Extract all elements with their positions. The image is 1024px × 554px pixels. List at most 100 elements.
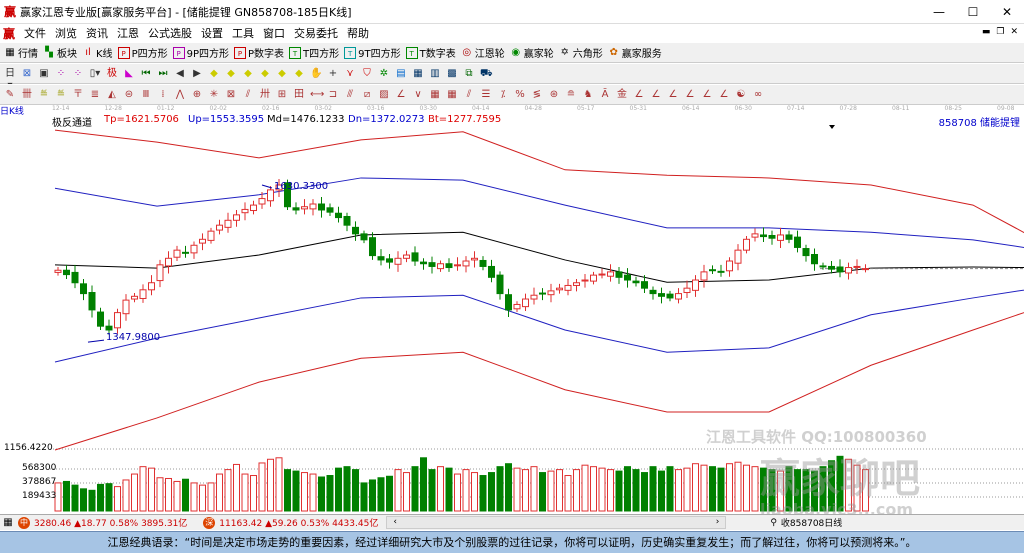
grid-box-icon[interactable]: ⊞ [276, 89, 288, 101]
diamond3-icon[interactable]: ◆ [242, 68, 254, 80]
table-icon[interactable]: 田 [293, 89, 305, 101]
truck-icon[interactable]: ⛟ [480, 68, 493, 80]
toolbar-service[interactable]: ✿ 赢家服务 [608, 45, 662, 61]
diamond2-icon[interactable]: ◆ [225, 68, 237, 80]
toolbar-9t-square[interactable]: T 9T四方形 [344, 45, 401, 60]
menu-gann[interactable]: 江恩 [117, 25, 139, 41]
lines-icon[interactable]: 卌 [21, 89, 33, 101]
horizontal-scrollbar[interactable]: ‹ › [386, 516, 727, 529]
kline-chart[interactable]: 极反通道 Tp=1621.5706 Up=1553.3595 Md=1476.1… [0, 114, 1024, 519]
chart-mode-icon[interactable]: ⊠ [21, 68, 33, 80]
toolbar-winner-wheel[interactable]: ◉ 赢家轮 [510, 45, 553, 61]
last-icon[interactable]: ⏭ [157, 68, 169, 80]
bar-type-icon[interactable]: ▯▾ [89, 68, 101, 80]
time-icon[interactable]: ⁞ [157, 89, 169, 101]
menu-settings[interactable]: 设置 [201, 25, 223, 41]
mdi-minimize-icon[interactable]: ▬ [982, 27, 991, 37]
box-icon[interactable]: ⊠ [225, 89, 237, 101]
gann-circle-icon[interactable]: ⊕ [191, 89, 203, 101]
fan-icon[interactable]: ⋀ [174, 89, 186, 101]
mdi-restore-icon[interactable]: ❐ [996, 27, 1004, 37]
sz-index-quote[interactable]: 11163.42 ▲59.26 0.53% 4433.45亿 [219, 516, 378, 529]
bars-icon[interactable]: 卅 [259, 89, 271, 101]
span-icon[interactable]: ⟷ [310, 89, 324, 101]
menu-trade[interactable]: 交易委托 [294, 25, 338, 41]
close-button[interactable]: ✕ [990, 0, 1024, 24]
left-icon[interactable]: ◀ [174, 68, 186, 80]
calculator-icon[interactable]: ▦ [412, 68, 424, 80]
diamond6-icon[interactable]: ◆ [293, 68, 305, 80]
toolbar-p-square[interactable]: P P四方形 [117, 45, 168, 60]
triangle-icon[interactable]: ◭ [106, 89, 118, 101]
diamond4-icon[interactable]: ◆ [259, 68, 271, 80]
gold4-icon[interactable]: 金 [616, 89, 628, 101]
menu-file[interactable]: 文件 [24, 25, 46, 41]
menu-formula[interactable]: 公式选股 [148, 25, 192, 41]
fib-icon[interactable]: 〒 [72, 89, 84, 101]
hline-icon[interactable]: ⊐ [327, 89, 339, 101]
angle4-icon[interactable]: ∠ [650, 89, 662, 101]
save-icon[interactable]: ▩ [446, 68, 458, 80]
ruler-icon[interactable]: Ⅲ [140, 89, 152, 101]
dots-icon[interactable]: ⁘ [55, 68, 67, 80]
doc-icon[interactable]: ▣ [38, 68, 50, 80]
grid2-icon[interactable]: ▦ [429, 89, 441, 101]
angle3-icon[interactable]: ∠ [633, 89, 645, 101]
dots2-icon[interactable]: ⁘ [72, 68, 84, 80]
sh-index-quote[interactable]: 3280.46 ▲18.77 0.58% 3895.31亿 [34, 516, 187, 529]
maximize-button[interactable]: ☐ [956, 0, 990, 24]
gold3-icon[interactable]: ≘ [565, 89, 577, 101]
percent2-icon[interactable]: ≶ [531, 89, 543, 101]
pen-icon[interactable]: ✎ [4, 89, 16, 101]
toolbar-9p-square[interactable]: P 9P四方形 [172, 45, 229, 60]
bull-icon[interactable]: ♞ [582, 89, 594, 101]
toolbar-quotes[interactable]: ▦ 行情 [4, 45, 38, 61]
list2-icon[interactable]: ☰ [480, 89, 492, 101]
ar-icon[interactable]: Ā [599, 89, 611, 101]
toolbar-hexagon[interactable]: ✡ 六角形 [559, 45, 603, 61]
grid-icon[interactable]: ▦ [2, 517, 14, 529]
diamond5-icon[interactable]: ◆ [276, 68, 288, 80]
menu-news[interactable]: 资讯 [86, 25, 108, 41]
percent-icon[interactable]: % [514, 89, 526, 101]
percent-line-icon[interactable]: ⁒ [497, 89, 509, 101]
angle2-icon[interactable]: ∠ [395, 89, 407, 101]
toolbar-t-table[interactable]: T T数字表 [405, 45, 456, 60]
taiji-icon[interactable]: ☯ [735, 89, 747, 101]
crosshair-icon[interactable]: + [327, 68, 339, 80]
toolbar-p-table[interactable]: P P数字表 [234, 45, 284, 60]
rays-icon[interactable]: ⫻ [344, 89, 356, 101]
hand-icon[interactable]: ✋ [310, 68, 322, 80]
angle-icon[interactable]: ⫽ [242, 89, 254, 101]
calendar-icon[interactable]: ▤ [395, 68, 407, 80]
shield-icon[interactable]: ⛉ [361, 68, 373, 80]
toolbar-t-square[interactable]: T T四方形 [289, 45, 339, 60]
coin-icon[interactable]: ⊛ [548, 89, 560, 101]
menu-browse[interactable]: 浏览 [55, 25, 77, 41]
toolbar-sectors[interactable]: ▚ 板块 [43, 45, 77, 61]
gold1-icon[interactable]: ≝ [38, 89, 50, 101]
slash-icon[interactable]: ⫽ [463, 89, 475, 101]
grid3-icon[interactable]: ▦ [446, 89, 458, 101]
menu-tools[interactable]: 工具 [232, 25, 254, 41]
extreme-icon[interactable]: 极 [106, 68, 118, 80]
minimize-button[interactable]: — [922, 0, 956, 24]
pattern-icon[interactable]: ✲ [378, 68, 390, 80]
hatched-icon[interactable]: ▨ [378, 89, 390, 101]
square-icon[interactable]: ⧄ [361, 89, 373, 101]
diamond1-icon[interactable]: ◆ [208, 68, 220, 80]
wave-icon[interactable]: ⋎ [344, 68, 356, 80]
angle6-icon[interactable]: ∠ [684, 89, 696, 101]
menu-window[interactable]: 窗口 [263, 25, 285, 41]
vee-icon[interactable]: ∨ [412, 89, 424, 101]
toolbar-gann-wheel[interactable]: ◎ 江恩轮 [461, 45, 504, 61]
menu-help[interactable]: 帮助 [347, 25, 369, 41]
scroll-right-icon[interactable]: › [716, 517, 720, 528]
gold2-icon[interactable]: ≝ [55, 89, 67, 101]
scroll-left-icon[interactable]: ‹ [393, 517, 397, 528]
list-icon[interactable]: ▥ [429, 68, 441, 80]
toolbar-kline[interactable]: ıl K线 [82, 45, 112, 61]
star-icon[interactable]: ✳ [208, 89, 220, 101]
angle5-icon[interactable]: ∠ [667, 89, 679, 101]
angle8-icon[interactable]: ∠ [718, 89, 730, 101]
